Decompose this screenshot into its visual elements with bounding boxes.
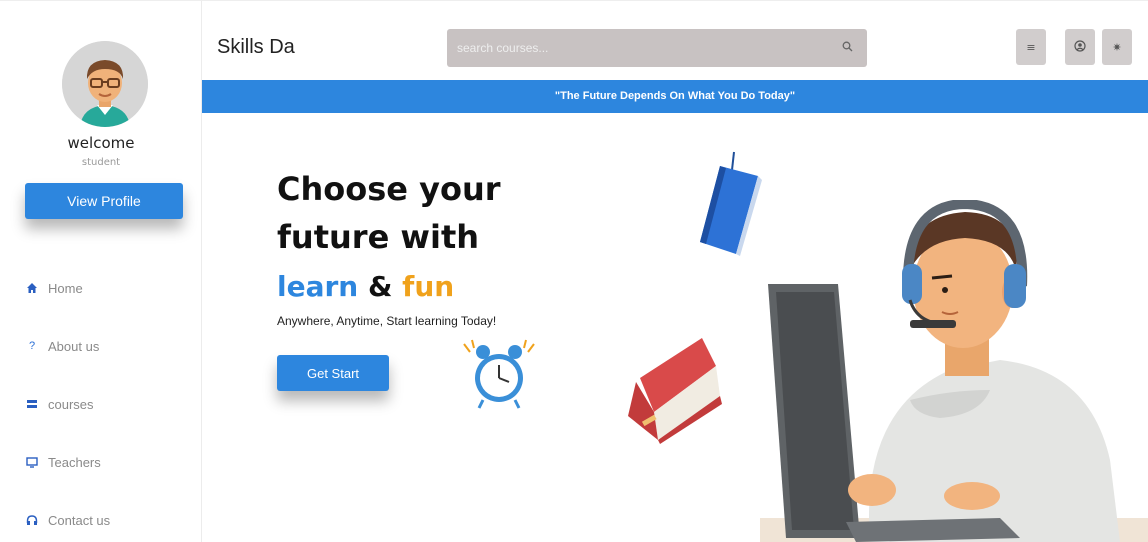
- app: welcome student View Profile Home ? Abou…: [0, 0, 1148, 542]
- sidebar: welcome student View Profile Home ? Abou…: [0, 0, 202, 542]
- question-icon: ?: [28, 340, 36, 352]
- user-role: student: [81, 157, 121, 168]
- hero-heading-line1: Choose your: [277, 170, 501, 208]
- sidebar-item-courses[interactable]: courses: [24, 375, 110, 433]
- sidebar-item-about[interactable]: ? About us: [24, 317, 110, 375]
- hero-tagline: Anywhere, Anytime, Start learning Today!: [277, 314, 497, 328]
- welcome-text: welcome: [67, 134, 135, 152]
- stack-icon: [24, 399, 40, 409]
- search-input[interactable]: [447, 29, 827, 67]
- blue-book-icon: [700, 151, 762, 256]
- monitor-icon: [24, 456, 40, 468]
- top-header: Skills Da ≡ ✷: [202, 0, 1148, 80]
- sun-icon: ✷: [1112, 40, 1122, 54]
- user-icon: [1074, 39, 1086, 55]
- theme-button[interactable]: ✷: [1102, 29, 1132, 65]
- home-icon: [24, 282, 40, 294]
- sidebar-item-label: Contact us: [48, 512, 111, 528]
- sidebar-item-teachers[interactable]: Teachers: [24, 433, 110, 491]
- ampersand: &: [367, 270, 393, 303]
- search-bar: [447, 29, 867, 67]
- sidebar-item-contact[interactable]: Contact us: [24, 491, 110, 542]
- search-icon[interactable]: [827, 41, 867, 55]
- get-start-button[interactable]: Get Start: [277, 355, 389, 391]
- menu-icon: ≡: [1026, 40, 1036, 54]
- sidebar-item-label: Teachers: [48, 454, 101, 470]
- view-profile-button[interactable]: View Profile: [25, 183, 183, 219]
- fun-word: fun: [402, 270, 455, 303]
- user-button[interactable]: [1065, 29, 1095, 65]
- brand-title: Skills Da: [217, 36, 295, 58]
- quote-banner: "The Future Depends On What You Do Today…: [202, 80, 1148, 113]
- student-at-laptop-illustration: [760, 200, 1148, 542]
- sidebar-item-label: About us: [48, 338, 100, 354]
- sidebar-nav: Home ? About us courses Teachers Contact…: [24, 259, 110, 542]
- sidebar-item-label: courses: [48, 396, 94, 412]
- alarm-clock-icon: [463, 339, 535, 409]
- sidebar-item-label: Home: [48, 280, 83, 296]
- hero-subheading: learn & fun: [277, 270, 454, 303]
- red-book-icon: [628, 338, 722, 444]
- learn-word: learn: [277, 270, 359, 303]
- hero-heading-line2: future with: [277, 218, 480, 256]
- headphones-icon: [24, 514, 40, 526]
- avatar[interactable]: [62, 41, 148, 127]
- sidebar-item-home[interactable]: Home: [24, 259, 110, 317]
- menu-button[interactable]: ≡: [1016, 29, 1046, 65]
